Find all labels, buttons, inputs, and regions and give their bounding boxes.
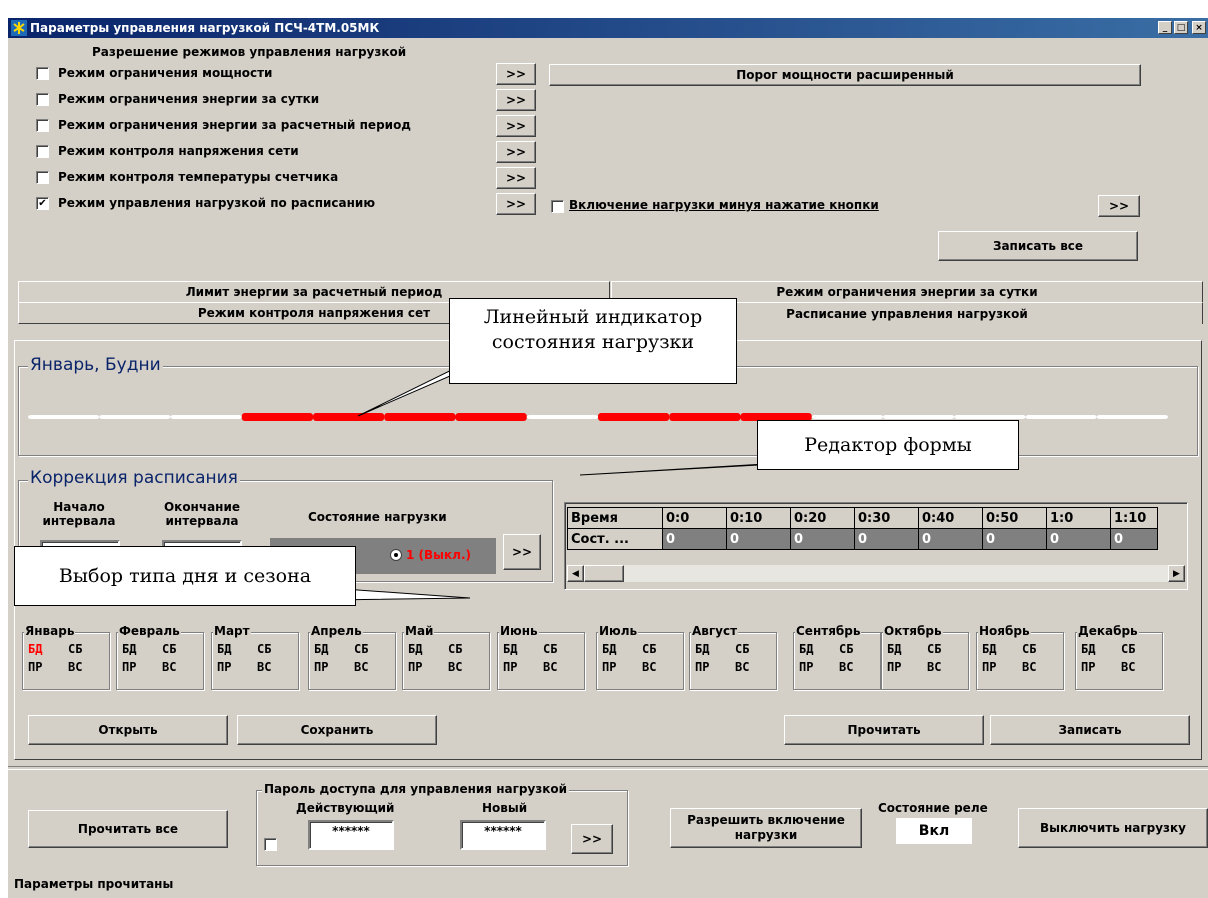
editor-callout: Редактор формы — [757, 420, 1019, 470]
indicator-callout: Линейный индикатор состояния нагрузки — [449, 298, 737, 384]
day-select-callout: Выбор типа дня и сезона — [14, 546, 356, 606]
callout-pointers — [329, 355, 813, 601]
